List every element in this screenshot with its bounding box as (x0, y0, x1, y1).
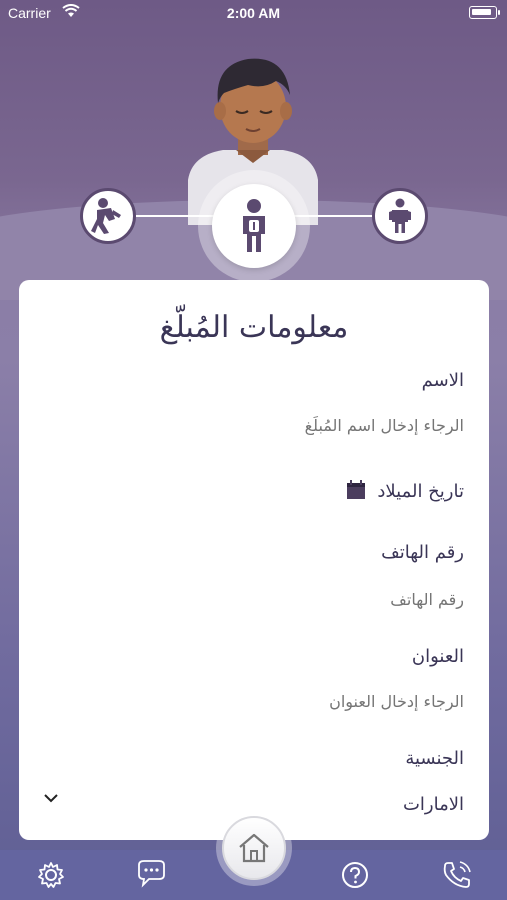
birthdate-label: تاريخ الميلاد (377, 481, 464, 502)
name-input[interactable] (164, 416, 464, 435)
address-label: العنوان (411, 646, 464, 667)
name-label: الاسم (421, 370, 464, 391)
help-icon (342, 862, 368, 888)
nationality-select[interactable]: الامارات (403, 794, 464, 815)
settings-tab[interactable] (34, 858, 68, 892)
chat-icon (138, 860, 165, 888)
page-title: معلومات المُبلّغ (159, 310, 349, 345)
home-icon (239, 833, 269, 863)
injured-person-icon (91, 198, 121, 234)
address-input[interactable] (164, 692, 464, 711)
clock: 2:00 AM (226, 5, 281, 21)
phone-input[interactable] (164, 590, 464, 609)
reporter-person-icon (243, 199, 265, 252)
reporter-info-card: معلومات المُبلّغ الاسم تاريخ الميلاد رقم… (19, 280, 489, 840)
step-victim[interactable] (80, 188, 136, 244)
chevron-down-icon[interactable] (43, 792, 59, 804)
phone-icon (443, 861, 471, 888)
chat-tab[interactable] (135, 858, 169, 892)
child-person-icon (389, 198, 411, 233)
step-reporter[interactable] (212, 184, 296, 268)
step-child[interactable] (372, 188, 428, 244)
battery-icon (469, 6, 500, 19)
home-button[interactable] (222, 816, 286, 880)
nationality-label: الجنسية (405, 748, 464, 769)
gear-icon (38, 862, 64, 888)
call-tab[interactable] (440, 858, 474, 892)
birthdate-field[interactable]: تاريخ الميلاد (346, 480, 464, 502)
status-bar: Carrier 2:00 AM (0, 0, 507, 26)
help-tab[interactable] (338, 858, 372, 892)
phone-label: رقم الهاتف (381, 542, 464, 563)
calendar-icon (346, 480, 365, 499)
